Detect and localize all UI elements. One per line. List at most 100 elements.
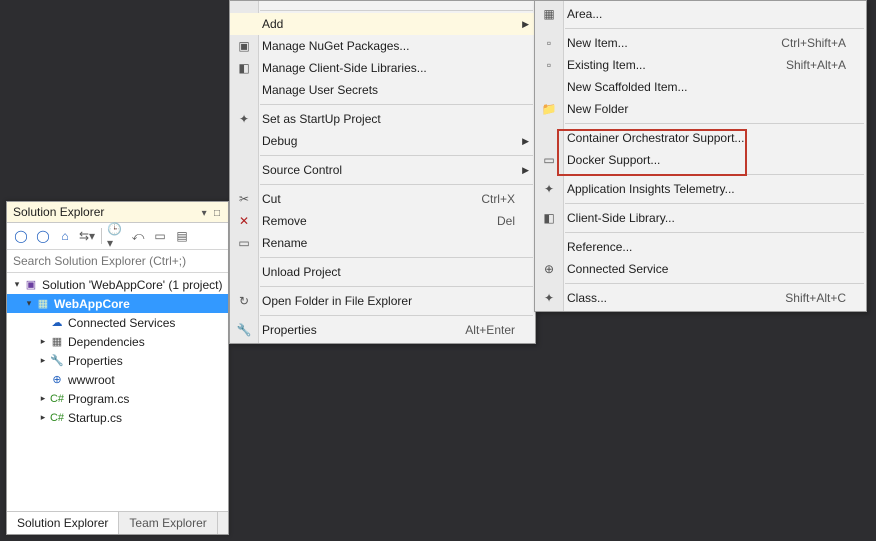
shortcut-label: Del [497, 214, 515, 228]
project-label: WebAppCore [54, 297, 130, 311]
menu-separator [260, 257, 533, 258]
menu-item-unload[interactable]: Unload Project [230, 261, 535, 283]
collapse-icon[interactable]: ⤺ [128, 226, 148, 246]
tab-solution-explorer[interactable]: Solution Explorer [7, 512, 119, 534]
tree-item-dependencies[interactable]: ▸ ▦ Dependencies [7, 332, 228, 351]
sync-icon[interactable]: ⇆▾ [77, 226, 97, 246]
tree-item-connected-services[interactable]: ▸ ☁ Connected Services [7, 313, 228, 332]
tree-item-label: Properties [68, 354, 123, 368]
menu-label: Connected Service [567, 262, 668, 276]
menu-item-existing-item[interactable]: ▫ Existing Item... Shift+Alt+A [535, 54, 866, 76]
menu-item-open-folder[interactable]: ↻ Open Folder in File Explorer [230, 290, 535, 312]
remove-icon: ✕ [234, 214, 254, 228]
menu-separator [260, 184, 533, 185]
expander-icon[interactable]: ▸ [37, 393, 49, 404]
show-all-icon[interactable]: ▭ [150, 226, 170, 246]
tree-project-node[interactable]: ▾ ▦ WebAppCore [7, 294, 228, 313]
csharp-file-icon: C# [49, 391, 65, 407]
menu-item-nuget[interactable]: ▣ Manage NuGet Packages... [230, 35, 535, 57]
menu-item-debug[interactable]: Debug ▶ [230, 130, 535, 152]
expander-icon[interactable]: ▸ [37, 355, 49, 366]
menu-item-user-secrets[interactable]: Manage User Secrets [230, 79, 535, 101]
tree-item-wwwroot[interactable]: ▸ ⊕ wwwroot [7, 370, 228, 389]
menu-item-reference[interactable]: Reference... [535, 236, 866, 258]
expander-icon[interactable]: ▾ [23, 298, 35, 309]
forward-icon[interactable]: ◯ [33, 226, 53, 246]
menu-item-cut[interactable]: ✂ Cut Ctrl+X [230, 188, 535, 210]
expander-icon[interactable]: ▸ [37, 336, 49, 347]
add-submenu: ▦ Area... ▫ New Item... Ctrl+Shift+A ▫ E… [534, 0, 867, 312]
menu-item-client-libraries[interactable]: ◧ Manage Client-Side Libraries... [230, 57, 535, 79]
menu-separator [565, 28, 864, 29]
csharp-project-icon: ▦ [35, 296, 51, 312]
expander-icon[interactable]: ▾ [11, 279, 23, 290]
refresh-icon[interactable]: 🕒▾ [106, 226, 126, 246]
menu-item-scaffolded[interactable]: New Scaffolded Item... [535, 76, 866, 98]
chevron-right-icon: ▶ [522, 165, 529, 176]
connected-services-icon: ☁ [49, 315, 65, 331]
tree-item-label: Program.cs [68, 392, 129, 406]
menu-item-add[interactable]: Add ▶ [230, 13, 535, 35]
menu-item-connected-service[interactable]: ⊕ Connected Service [535, 258, 866, 280]
menu-label: Source Control [262, 163, 342, 177]
menu-item-docker-support[interactable]: ▭ Docker Support... [535, 149, 866, 171]
search-input[interactable] [7, 250, 228, 273]
project-context-menu: Add ▶ ▣ Manage NuGet Packages... ◧ Manag… [229, 0, 536, 344]
menu-item-set-startup[interactable]: ✦ Set as StartUp Project [230, 108, 535, 130]
folder-icon: 📁 [539, 102, 559, 116]
menu-label: Add [262, 17, 283, 31]
menu-item-remove[interactable]: ✕ Remove Del [230, 210, 535, 232]
menu-label: New Item... [567, 36, 628, 50]
tree-item-label: wwwroot [68, 373, 115, 387]
menu-separator [260, 315, 533, 316]
menu-separator [260, 155, 533, 156]
menu-item-class[interactable]: ✦ Class... Shift+Alt+C [535, 287, 866, 309]
nuget-icon: ▣ [234, 39, 254, 53]
menu-label: Manage Client-Side Libraries... [262, 61, 427, 75]
solution-explorer-panel: Solution Explorer ▾ □ ◯ ◯ ⌂ ⇆▾ 🕒▾ ⤺ ▭ ▤ … [6, 201, 229, 535]
shortcut-label: Shift+Alt+C [785, 291, 846, 305]
menu-item-app-insights[interactable]: ✦ Application Insights Telemetry... [535, 178, 866, 200]
tree-item-properties[interactable]: ▸ 🔧 Properties [7, 351, 228, 370]
globe-icon: ⊕ [49, 372, 65, 388]
home-icon[interactable]: ⌂ [55, 226, 75, 246]
menu-item-source-control[interactable]: Source Control ▶ [230, 159, 535, 181]
expander-icon[interactable]: ▸ [37, 412, 49, 423]
connected-service-icon: ⊕ [539, 262, 559, 276]
panel-tabs: Solution Explorer Team Explorer [7, 511, 228, 534]
new-item-icon: ▫ [539, 36, 559, 50]
tree-item-startup-cs[interactable]: ▸ C# Startup.cs [7, 408, 228, 427]
panel-menu-dropdown-icon[interactable]: ▾ [200, 208, 209, 219]
menu-label: Container Orchestrator Support... [567, 131, 744, 145]
panel-titlebar[interactable]: Solution Explorer ▾ □ [7, 202, 228, 223]
csharp-file-icon: C# [49, 410, 65, 426]
menu-item-area[interactable]: ▦ Area... [535, 3, 866, 25]
shortcut-label: Ctrl+X [481, 192, 515, 206]
tree-item-label: Dependencies [68, 335, 145, 349]
shortcut-label: Shift+Alt+A [786, 58, 846, 72]
panel-toolbar: ◯ ◯ ⌂ ⇆▾ 🕒▾ ⤺ ▭ ▤ [7, 223, 228, 250]
solution-label: Solution 'WebAppCore' (1 project) [42, 278, 222, 292]
menu-top-divider [260, 3, 533, 11]
pin-icon[interactable]: □ [212, 208, 222, 219]
wrench-icon: 🔧 [234, 323, 254, 337]
dependencies-icon: ▦ [49, 334, 65, 350]
tree-solution-node[interactable]: ▾ ▣ Solution 'WebAppCore' (1 project) [7, 275, 228, 294]
menu-item-rename[interactable]: ▭ Rename [230, 232, 535, 254]
menu-label: Unload Project [262, 265, 341, 279]
menu-item-new-item[interactable]: ▫ New Item... Ctrl+Shift+A [535, 32, 866, 54]
menu-item-new-folder[interactable]: 📁 New Folder [535, 98, 866, 120]
menu-separator [260, 286, 533, 287]
menu-item-container-orchestrator[interactable]: Container Orchestrator Support... [535, 127, 866, 149]
properties-toolbar-icon[interactable]: ▤ [172, 226, 192, 246]
tab-team-explorer[interactable]: Team Explorer [119, 512, 217, 534]
panel-title: Solution Explorer [13, 205, 104, 219]
menu-item-properties[interactable]: 🔧 Properties Alt+Enter [230, 319, 535, 341]
menu-label: Existing Item... [567, 58, 646, 72]
menu-label: Reference... [567, 240, 632, 254]
menu-label: Open Folder in File Explorer [262, 294, 412, 308]
solution-tree: ▾ ▣ Solution 'WebAppCore' (1 project) ▾ … [7, 273, 228, 517]
menu-item-client-side-library[interactable]: ◧ Client-Side Library... [535, 207, 866, 229]
back-icon[interactable]: ◯ [11, 226, 31, 246]
tree-item-program-cs[interactable]: ▸ C# Program.cs [7, 389, 228, 408]
